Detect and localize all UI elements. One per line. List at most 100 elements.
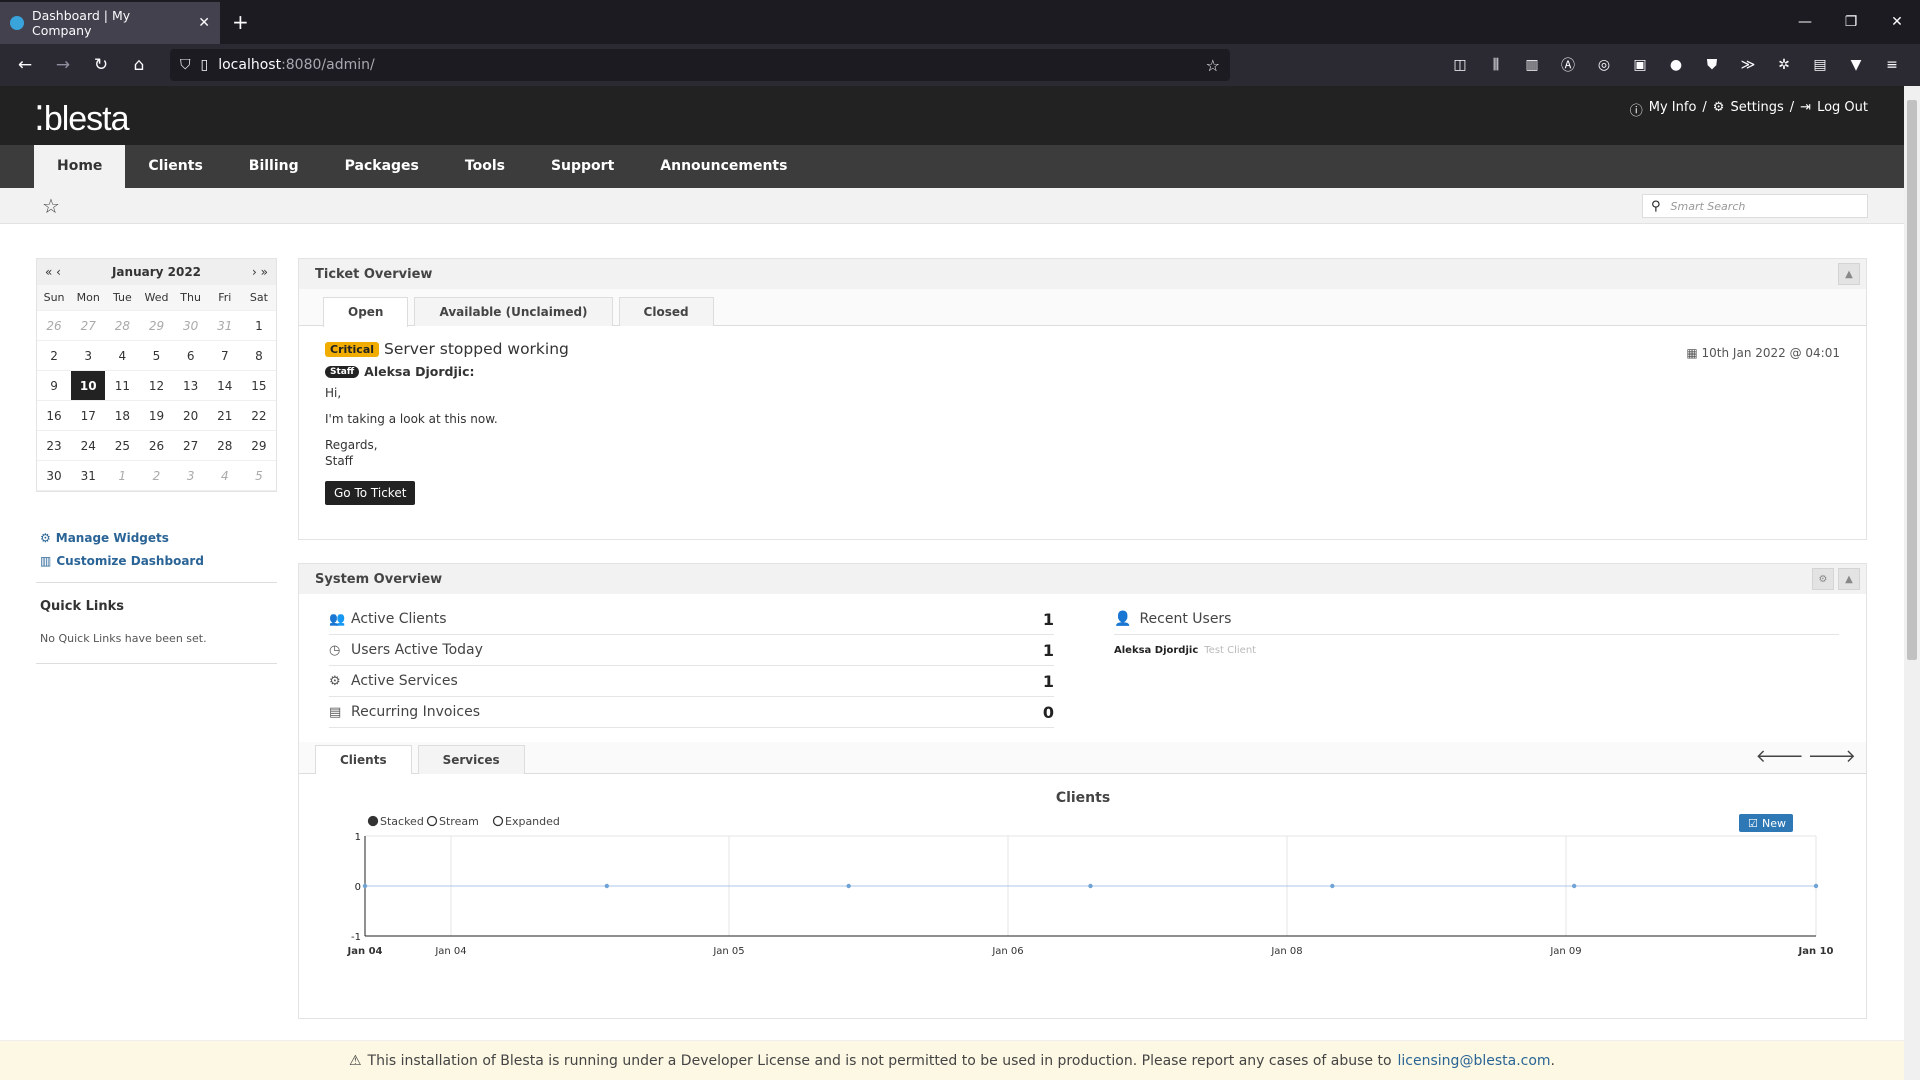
customize-dashboard-link[interactable]: Customize Dashboard	[56, 550, 204, 573]
nav-tools[interactable]: Tools	[442, 145, 528, 188]
licensing-email-link[interactable]: licensing@blesta.com	[1398, 1053, 1551, 1069]
nav-billing[interactable]: Billing	[226, 145, 322, 188]
calendar-day[interactable]: 5	[241, 461, 276, 491]
calendar-day[interactable]: 30	[37, 461, 72, 491]
calendar-day[interactable]: 4	[105, 341, 140, 371]
calendar-day[interactable]: 23	[37, 431, 72, 461]
calendar-day[interactable]: 4	[207, 461, 242, 491]
calendar-day[interactable]: 29	[139, 311, 174, 341]
calendar-day[interactable]: 26	[139, 431, 174, 461]
calendar-day[interactable]: 16	[37, 401, 72, 431]
library-icon[interactable]: ⫼	[1480, 49, 1512, 81]
calendar-day[interactable]: 3	[173, 461, 208, 491]
reader-icon[interactable]: ▥	[1516, 49, 1548, 81]
calendar-day[interactable]: 31	[207, 311, 242, 341]
calendar-next[interactable]: › »	[252, 265, 268, 279]
smart-search-input[interactable]: ⚲ Smart Search	[1642, 194, 1868, 218]
nav-clients[interactable]: Clients	[125, 145, 225, 188]
calendar-day[interactable]: 8	[241, 341, 276, 371]
calendar-day[interactable]: 6	[173, 341, 208, 371]
calendar-day[interactable]: 13	[173, 371, 208, 401]
calendar-day[interactable]: 10	[71, 371, 106, 401]
calendar-day[interactable]: 14	[207, 371, 242, 401]
calendar-day[interactable]: 22	[241, 401, 276, 431]
browser-tab[interactable]: Dashboard | My Company ✕	[0, 0, 220, 44]
calendar-day[interactable]: 30	[173, 311, 208, 341]
tab-available[interactable]: Available (Unclaimed)	[414, 297, 613, 326]
favorite-star-icon[interactable]: ☆	[42, 194, 60, 218]
arrow-right-icon[interactable]: 🡒	[1808, 746, 1856, 767]
calendar-day[interactable]: 29	[241, 431, 276, 461]
mode-radio[interactable]	[492, 815, 504, 827]
calendar-day[interactable]: 1	[241, 311, 276, 341]
calendar-day[interactable]: 2	[37, 341, 72, 371]
address-bar[interactable]: ⛉ ▯ localhost:8080/admin/ ☆	[170, 49, 1230, 81]
extension-box-icon[interactable]: ▤	[1804, 49, 1836, 81]
calendar-day[interactable]: 9	[37, 371, 72, 401]
calendar-day[interactable]: 19	[139, 401, 174, 431]
arrow-left-icon[interactable]: 🡐	[1755, 746, 1803, 767]
close-tab-icon[interactable]: ✕	[198, 15, 210, 31]
back-icon[interactable]: ←	[8, 48, 42, 82]
calendar-day[interactable]: 20	[173, 401, 208, 431]
settings-link[interactable]: Settings	[1730, 100, 1783, 119]
bookmark-star-icon[interactable]: ☆	[1206, 56, 1220, 75]
calendar-day[interactable]: 27	[71, 311, 106, 341]
calendar-day[interactable]: 2	[139, 461, 174, 491]
home-icon[interactable]: ⌂	[122, 48, 156, 82]
minimize-icon[interactable]: —	[1782, 0, 1828, 44]
extension-gray-icon[interactable]: ▣	[1624, 49, 1656, 81]
extension-a-icon[interactable]: Ⓐ	[1552, 49, 1584, 81]
calendar-day[interactable]: 15	[241, 371, 276, 401]
calendar-day[interactable]: 12	[139, 371, 174, 401]
calendar-day[interactable]: 17	[71, 401, 106, 431]
calendar-day[interactable]: 26	[37, 311, 72, 341]
collapse-icon[interactable]: ▲	[1838, 568, 1860, 590]
logout-link[interactable]: Log Out	[1817, 100, 1868, 119]
calendar-day[interactable]: 21	[207, 401, 242, 431]
calendar-day[interactable]: 28	[105, 311, 140, 341]
duckduckgo-icon[interactable]: ●	[1660, 49, 1692, 81]
extension-gear-icon[interactable]: ✲	[1768, 49, 1800, 81]
calendar-day[interactable]: 25	[105, 431, 140, 461]
calendar-day[interactable]: 7	[207, 341, 242, 371]
menu-icon[interactable]: ≡	[1876, 49, 1908, 81]
collapse-icon[interactable]: ▲	[1838, 263, 1860, 285]
nav-support[interactable]: Support	[528, 145, 637, 188]
scrollbar-thumb[interactable]	[1907, 100, 1917, 660]
extension-v-icon[interactable]: ▼	[1840, 49, 1872, 81]
tab-clients-chart[interactable]: Clients	[315, 745, 412, 774]
calendar-day[interactable]: 24	[71, 431, 106, 461]
tab-closed[interactable]: Closed	[618, 297, 714, 326]
calendar-day[interactable]: 18	[105, 401, 140, 431]
reload-icon[interactable]: ↻	[84, 48, 118, 82]
calendar-day[interactable]: 28	[207, 431, 242, 461]
extension-chevrons-icon[interactable]: ≫	[1732, 49, 1764, 81]
calendar-day[interactable]: 3	[71, 341, 106, 371]
mode-radio[interactable]	[367, 815, 379, 827]
restore-icon[interactable]: ❐	[1828, 0, 1874, 44]
new-tab-icon[interactable]: +	[232, 10, 249, 34]
settings-gear-icon[interactable]: ⚙	[1812, 568, 1834, 590]
calendar-day[interactable]: 1	[105, 461, 140, 491]
nav-packages[interactable]: Packages	[322, 145, 442, 188]
go-to-ticket-button[interactable]: Go To Ticket	[325, 481, 416, 505]
scrollbar[interactable]	[1904, 86, 1920, 1080]
mode-radio[interactable]	[426, 815, 438, 827]
forward-icon[interactable]: →	[46, 48, 80, 82]
nav-home[interactable]: Home	[34, 145, 126, 188]
calendar-day[interactable]: 11	[105, 371, 140, 401]
calendar-day[interactable]: 27	[173, 431, 208, 461]
my-info-link[interactable]: My Info	[1649, 100, 1697, 119]
manage-widgets-link[interactable]: Manage Widgets	[56, 527, 169, 550]
calendar-day[interactable]: 5	[139, 341, 174, 371]
tab-open[interactable]: Open	[323, 297, 409, 327]
tab-services-chart[interactable]: Services	[417, 745, 525, 774]
extension-glasses-icon[interactable]: ◎	[1588, 49, 1620, 81]
calendar-day[interactable]: 31	[71, 461, 106, 491]
blesta-logo[interactable]: ⁚blesta	[34, 99, 130, 139]
calendar-prev[interactable]: « ‹	[45, 265, 61, 279]
nav-announcements[interactable]: Announcements	[637, 145, 810, 188]
close-window-icon[interactable]: ✕	[1874, 0, 1920, 44]
pocket-icon[interactable]: ◫	[1444, 49, 1476, 81]
